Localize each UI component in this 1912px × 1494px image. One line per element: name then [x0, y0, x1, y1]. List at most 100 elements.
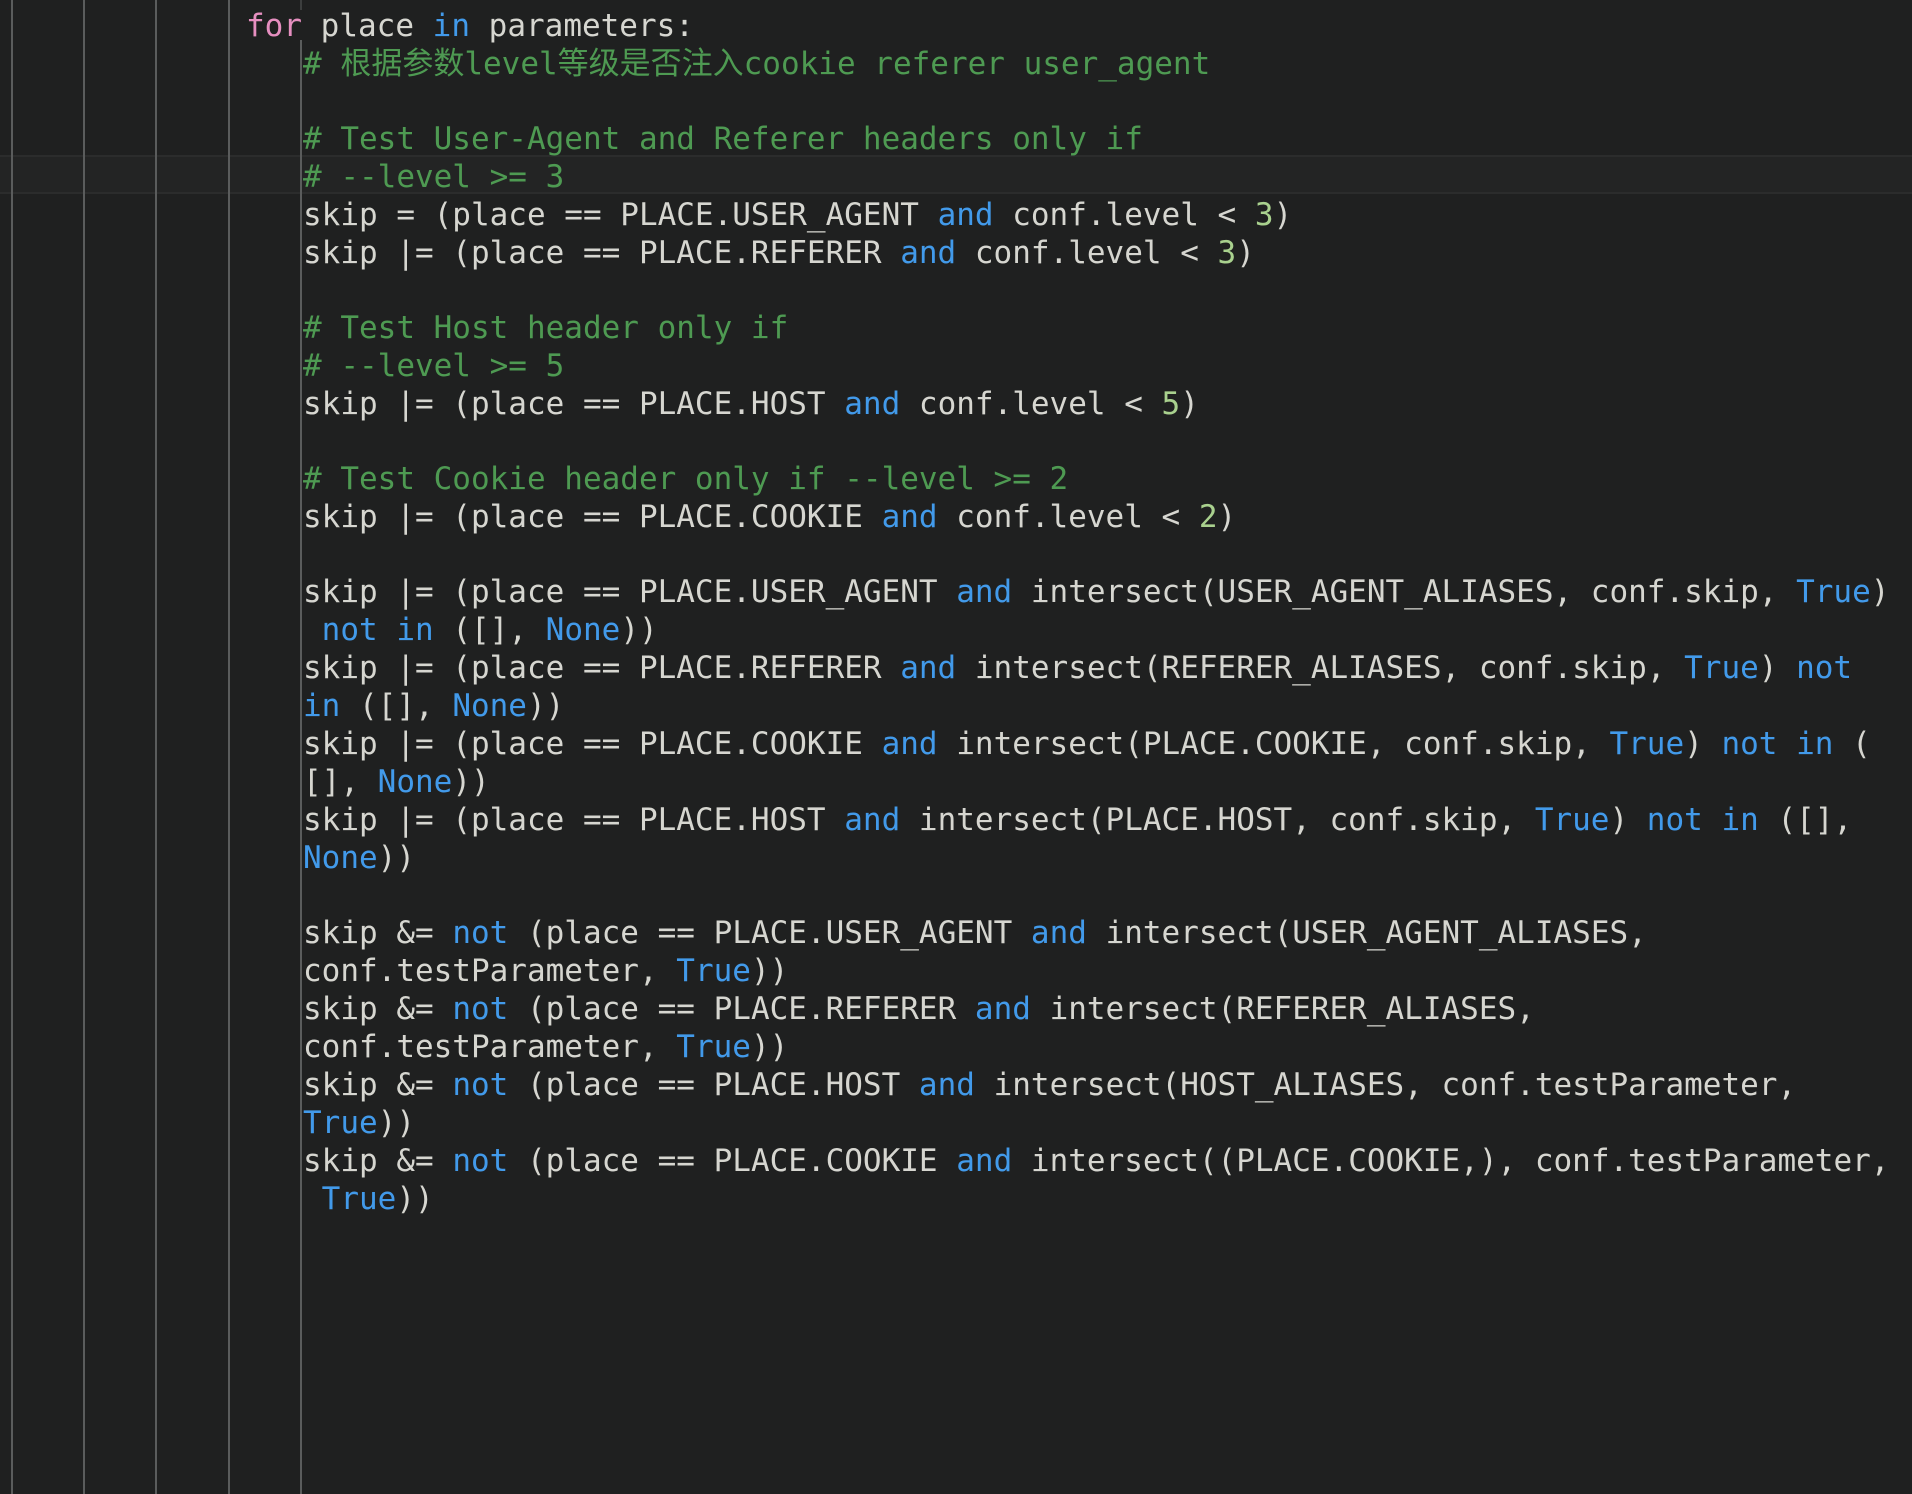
code-line[interactable]: skip |= (place == PLACE.REFERER and inte…: [0, 650, 1852, 688]
code-token: ): [1684, 726, 1722, 762]
code-token: and: [900, 235, 957, 271]
code-line[interactable]: skip |= (place == PLACE.HOST and interse…: [0, 802, 1852, 840]
code-token: skip |= (place == PLACE.HOST: [303, 802, 845, 838]
code-text-layer[interactable]: for place in parameters: # 根据参数level等级是否注…: [0, 0, 1912, 1494]
code-token: ([],: [1758, 802, 1853, 838]
code-line[interactable]: skip |= (place == PLACE.COOKIE and conf.…: [0, 499, 1236, 537]
code-token: place: [320, 8, 414, 44]
code-token: True: [1796, 574, 1871, 610]
code-token: in: [1796, 726, 1834, 762]
code-token: in: [432, 8, 470, 44]
code-line[interactable]: # --level >= 5: [0, 348, 564, 386]
code-token: None: [303, 840, 378, 876]
code-token: True: [321, 1181, 397, 1217]
code-token: (place == PLACE.HOST: [508, 1067, 919, 1103]
code-line[interactable]: skip |= (place == PLACE.COOKIE and inter…: [0, 726, 1871, 764]
code-line-wrapped[interactable]: [], None)): [0, 764, 490, 802]
code-line-wrapped[interactable]: conf.testParameter, True)): [0, 953, 788, 991]
code-token: intersect(REFERER_ALIASES,: [1030, 991, 1535, 1027]
code-line[interactable]: # Test Host header only if: [0, 310, 788, 348]
code-token: skip &=: [303, 1143, 453, 1179]
code-line-wrapped[interactable]: in ([], None)): [0, 688, 564, 726]
code-token: skip &=: [303, 991, 453, 1027]
code-line[interactable]: skip |= (place == PLACE.REFERER and conf…: [0, 235, 1255, 273]
code-token: # --level >= 5: [303, 348, 565, 384]
code-token: ): [1236, 235, 1255, 271]
code-token: and: [844, 802, 901, 838]
code-token: and: [881, 726, 938, 762]
code-token: for: [246, 8, 302, 44]
code-token: True: [1684, 650, 1759, 686]
code-line[interactable]: skip = (place == PLACE.USER_AGENT and co…: [0, 197, 1292, 235]
code-line[interactable]: skip |= (place == PLACE.HOST and conf.le…: [0, 386, 1199, 424]
code-token: True: [303, 1105, 378, 1141]
code-token: ): [1180, 386, 1199, 422]
code-token: skip |= (place == PLACE.HOST: [303, 386, 845, 422]
code-token: and: [937, 197, 994, 233]
code-line[interactable]: for place in parameters:: [0, 8, 694, 46]
code-line-wrapped[interactable]: None)): [0, 840, 415, 878]
code-token: not: [452, 1067, 509, 1103]
code-line-wrapped[interactable]: True)): [0, 1105, 415, 1143]
code-token: in: [396, 612, 434, 648]
code-token: )): [526, 688, 565, 724]
code-token: 3: [1217, 235, 1237, 271]
code-line[interactable]: # Test Cookie header only if --level >= …: [0, 461, 1068, 499]
code-line[interactable]: skip &= not (place == PLACE.REFERER and …: [0, 991, 1535, 1029]
code-token: # Test Host header only if: [303, 310, 789, 346]
code-line[interactable]: skip &= not (place == PLACE.HOST and int…: [0, 1067, 1796, 1105]
code-token: None: [545, 612, 621, 648]
code-line-wrapped[interactable]: conf.testParameter, True)): [0, 1029, 788, 1067]
code-token: 5: [1161, 386, 1181, 422]
code-token: )): [377, 1105, 415, 1141]
code-token: ): [1870, 574, 1890, 610]
code-token: )): [452, 764, 490, 800]
code-token: ): [1217, 499, 1237, 535]
code-token: parameters:: [470, 8, 694, 44]
code-token: None: [377, 764, 453, 800]
code-token: skip &=: [303, 915, 453, 951]
code-token: (place == PLACE.REFERER: [508, 991, 975, 1027]
code-token: )): [377, 840, 415, 876]
code-token: not: [321, 612, 378, 648]
code-token: ([],: [340, 688, 453, 724]
code-token: )): [750, 953, 789, 989]
code-editor[interactable]: for place in parameters: # 根据参数level等级是否注…: [0, 0, 1912, 1494]
code-token: # Test Cookie header only if --level >= …: [303, 461, 1069, 497]
code-token: intersect(PLACE.COOKIE, conf.skip,: [937, 726, 1610, 762]
code-token: and: [974, 991, 1031, 1027]
code-token: not: [1646, 802, 1703, 838]
code-token: ): [1758, 650, 1797, 686]
code-line[interactable]: skip |= (place == PLACE.USER_AGENT and i…: [0, 574, 1889, 612]
code-token: intersect(REFERER_ALIASES, conf.skip,: [956, 650, 1685, 686]
code-line[interactable]: skip &= not (place == PLACE.USER_AGENT a…: [0, 915, 1647, 953]
code-line-wrapped[interactable]: not in ([], None)): [0, 612, 658, 650]
code-token: conf.level <: [900, 386, 1162, 422]
code-token: True: [1534, 802, 1610, 838]
code-token: (: [1833, 726, 1871, 762]
code-line-wrapped[interactable]: True)): [0, 1181, 434, 1219]
code-token: True: [676, 953, 751, 989]
code-token: conf.level <: [937, 499, 1199, 535]
code-token: )): [396, 1181, 434, 1217]
code-token: skip |= (place == PLACE.COOKIE: [303, 726, 882, 762]
code-line[interactable]: skip &= not (place == PLACE.COOKIE and i…: [0, 1143, 1889, 1181]
code-token: in: [303, 688, 341, 724]
code-line[interactable]: # --level >= 3: [0, 159, 564, 197]
code-token: and: [1030, 915, 1087, 951]
code-line[interactable]: # Test User-Agent and Referer headers on…: [0, 121, 1143, 159]
code-token: 2: [1198, 499, 1218, 535]
code-token: intersect(PLACE.HOST, conf.skip,: [900, 802, 1535, 838]
code-token: skip |= (place == PLACE.REFERER: [303, 650, 901, 686]
code-line[interactable]: # 根据参数level等级是否注入cookie referer user_age…: [0, 46, 1210, 84]
code-token: and: [844, 386, 901, 422]
code-token: conf.level <: [993, 197, 1255, 233]
code-token: ): [1273, 197, 1293, 233]
code-token: # Test User-Agent and Referer headers on…: [303, 121, 1143, 157]
code-token: 3: [1254, 197, 1274, 233]
